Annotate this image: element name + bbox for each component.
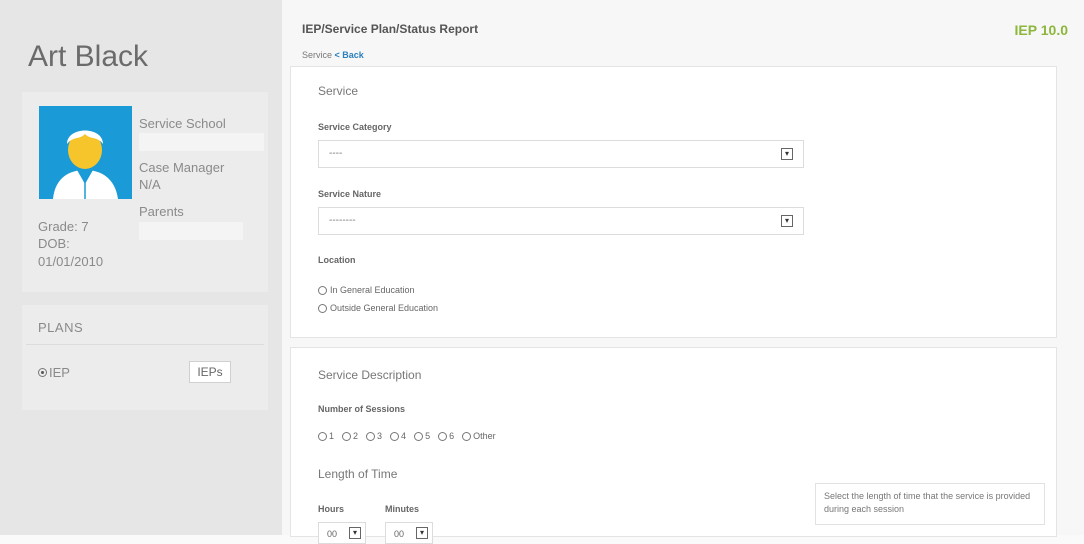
minutes-value: 00 [394,529,405,539]
location-option-label: In General Education [330,285,415,295]
radio-icon[interactable] [390,431,400,441]
version-badge: IEP 10.0 [1014,22,1068,38]
page-title: IEP/Service Plan/Status Report [302,22,479,36]
radio-icon[interactable] [462,431,472,441]
iep-radio-icon[interactable] [38,368,47,377]
session-option-label: 3 [377,431,383,441]
service-category-value: ---- [329,148,343,159]
number-of-sessions-label: Number of Sessions [318,404,406,414]
session-option-3[interactable]: 3 [366,431,382,441]
radio-icon[interactable] [318,303,327,313]
radio-icon[interactable] [318,431,327,441]
iep-plan-label: IEP [49,365,70,380]
location-label: Location [318,255,356,265]
student-name: Art Black [28,40,149,73]
service-section-title: Service [318,84,359,98]
service-description-title: Service Description [318,368,422,382]
session-option-6[interactable]: 6 [438,431,454,441]
session-option-label: Other [473,431,496,441]
service-nature-value: -------- [329,215,356,226]
ieps-button[interactable]: IEPs [189,361,231,383]
chevron-down-icon[interactable]: ▾ [416,527,428,539]
session-option-label: 4 [401,431,407,441]
minutes-select[interactable]: 00 ▾ [385,522,433,544]
hours-value: 00 [327,529,338,539]
session-option-label: 1 [329,431,335,441]
location-option-outside[interactable]: Outside General Education [318,303,438,313]
sessions-radio-group: 1 2 3 4 5 6 Other [318,431,504,441]
service-school-label: Service School [139,116,226,131]
dob-value: 01/01/2010 [38,254,104,269]
location-option-general[interactable]: In General Education [318,285,415,295]
iep-plan-option[interactable]: IEP [38,365,70,380]
case-manager-label: Case Manager [139,160,225,175]
hours-select[interactable]: 00 ▾ [318,522,366,544]
breadcrumb-service: Service [302,50,333,60]
radio-icon[interactable] [366,431,376,441]
radio-icon[interactable] [318,285,327,295]
minutes-label: Minutes [385,504,420,514]
radio-icon[interactable] [414,431,424,441]
back-link[interactable]: < Back [335,50,364,60]
chevron-down-icon[interactable]: ▾ [349,527,361,539]
session-option-other[interactable]: Other [462,431,496,441]
service-section [290,66,1057,338]
chevron-down-icon[interactable]: ▾ [781,148,793,160]
service-category-select[interactable]: ---- ▾ [318,140,804,168]
session-option-label: 6 [449,431,455,441]
service-nature-select[interactable]: -------- ▾ [318,207,804,235]
parents-value [139,222,243,240]
plans-title: PLANS [38,320,84,335]
case-manager-value: N/A [139,177,161,192]
dob-label: DOB: [38,236,70,251]
radio-icon[interactable] [342,431,352,441]
session-option-label: 5 [425,431,431,441]
plans-divider [26,344,264,345]
session-option-5[interactable]: 5 [414,431,430,441]
session-option-4[interactable]: 4 [390,431,406,441]
chevron-down-icon[interactable]: ▾ [781,215,793,227]
student-avatar-icon [39,106,132,199]
radio-icon[interactable] [438,431,448,441]
session-option-2[interactable]: 2 [342,431,358,441]
length-help-tooltip: Select the length of time that the servi… [815,483,1045,525]
grade-text: Grade: 7 [38,219,89,234]
hours-label: Hours [318,504,345,514]
breadcrumb: Service < Back [302,50,364,60]
service-category-label: Service Category [318,122,392,132]
location-option-label: Outside General Education [330,303,439,313]
service-nature-label: Service Nature [318,189,382,199]
session-option-label: 2 [353,431,359,441]
parents-label: Parents [139,204,184,219]
length-of-time-title: Length of Time [318,467,398,481]
service-school-value [139,133,264,151]
session-option-1[interactable]: 1 [318,431,334,441]
